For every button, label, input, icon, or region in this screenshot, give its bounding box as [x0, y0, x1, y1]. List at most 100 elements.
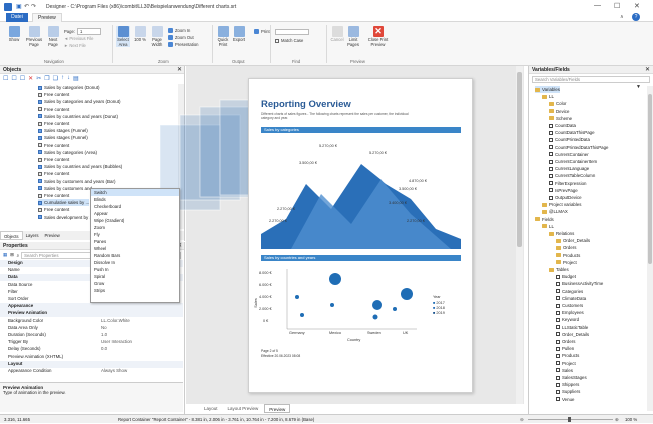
list-item[interactable]: Sales stages (Funnel): [38, 127, 88, 134]
move-down-icon[interactable]: ↓: [67, 75, 70, 83]
tree-item[interactable]: CurrentContainer: [549, 151, 589, 158]
dropdown-option[interactable]: Spiral: [91, 273, 179, 280]
dropdown-option[interactable]: Blinds: [91, 196, 179, 203]
tree-item[interactable]: OutputDevice: [549, 194, 582, 201]
tree-item[interactable]: Venue: [556, 396, 574, 403]
tree-item[interactable]: Project: [556, 259, 577, 266]
previous-page-button[interactable]: Previous Page: [24, 26, 44, 47]
scroll-thumb[interactable]: [517, 72, 522, 247]
list-item[interactable]: Free content: [38, 142, 69, 149]
zoom-out-button[interactable]: Zoom Out: [168, 35, 194, 40]
tree-item[interactable]: SalesStages: [556, 374, 587, 381]
tree-item[interactable]: Color: [549, 100, 567, 107]
tab-layout-preview[interactable]: Layout Preview: [224, 404, 263, 413]
tab-file[interactable]: Datei: [6, 13, 28, 22]
list-item[interactable]: Free content: [38, 156, 69, 163]
tree-item[interactable]: Shippers: [556, 381, 579, 388]
property-row[interactable]: Duration (Seconds) 1.0: [0, 332, 183, 339]
tab-layers[interactable]: Layers: [23, 231, 42, 240]
property-row[interactable]: Appearance Condition Always Show: [0, 368, 183, 375]
tab-objects[interactable]: Objects: [0, 231, 23, 240]
property-value[interactable]: Always Show: [101, 368, 127, 375]
property-row[interactable]: Appearance: [0, 303, 183, 310]
limit-pages-button[interactable]: Limit Pages: [346, 26, 360, 47]
tree-item[interactable]: Order_Details: [556, 237, 590, 244]
tree-item[interactable]: CurrentContainerItem: [549, 158, 597, 165]
tree-item[interactable]: ClimateData: [556, 295, 586, 302]
dropdown-option[interactable]: Switch: [91, 189, 179, 196]
tree-item[interactable]: Customers: [556, 302, 583, 309]
redo-icon[interactable]: ↷: [31, 3, 36, 10]
select-area-button[interactable]: Select Area: [116, 26, 130, 48]
show-button[interactable]: Show: [6, 26, 22, 43]
save-icon[interactable]: ▣: [16, 3, 22, 10]
tree-item[interactable]: IsPrevPage: [549, 187, 578, 194]
tree-item[interactable]: CurrentLanguage: [549, 165, 589, 172]
next-page-button[interactable]: Next Page: [45, 26, 61, 47]
dropdown-option[interactable]: Dissolve In: [91, 259, 179, 266]
tree-item[interactable]: Device: [549, 108, 569, 115]
dropdown-option[interactable]: Random Bars: [91, 252, 179, 259]
property-value[interactable]: No: [101, 325, 107, 332]
lock-icon[interactable]: ☐: [11, 75, 16, 83]
close-button[interactable]: ✕: [634, 2, 640, 10]
dropdown-option[interactable]: Zoom: [91, 224, 179, 231]
move-up-icon[interactable]: ↑: [61, 75, 64, 83]
list-item[interactable]: Free content: [38, 120, 69, 127]
undo-icon[interactable]: ↶: [24, 3, 29, 10]
tree-item[interactable]: CountPrintedDataThisPage: [549, 144, 608, 151]
close-variables-icon[interactable]: ✕: [645, 66, 650, 73]
close-preview-button[interactable]: ✕ Close Print Preview: [364, 26, 392, 47]
property-value[interactable]: 1.0: [101, 332, 107, 339]
quick-print-button[interactable]: Quick Print: [216, 26, 230, 47]
cut-icon[interactable]: ✂: [36, 75, 41, 83]
variables-scrollbar[interactable]: [647, 86, 653, 411]
tree-item[interactable]: @LLMAX: [542, 208, 568, 215]
copy-icon[interactable]: ❐: [44, 75, 49, 83]
tree-item[interactable]: Products: [556, 352, 579, 359]
tab-preview[interactable]: Preview: [32, 13, 62, 22]
find-input[interactable]: [275, 29, 309, 35]
cancel-button[interactable]: Cancel: [330, 26, 344, 43]
property-row[interactable]: Preview Animation: [0, 310, 183, 318]
group-icon[interactable]: ☐: [20, 75, 25, 83]
dropdown-option[interactable]: Fly: [91, 231, 179, 238]
property-row[interactable]: Trigger By User Interaction: [0, 339, 183, 346]
previous-file-button[interactable]: ◄ Previous File: [64, 36, 94, 41]
collapse-ribbon-icon[interactable]: ∧: [620, 14, 624, 20]
tree-item[interactable]: FilterExpression: [549, 180, 586, 187]
zoom-in-button[interactable]: Zoom In: [168, 28, 190, 33]
dropdown-option[interactable]: Appear: [91, 210, 179, 217]
list-item[interactable]: Free content: [38, 91, 69, 98]
dropdown-option[interactable]: Grow: [91, 280, 179, 287]
list-item[interactable]: Sales by categories (Area): [38, 149, 97, 156]
tree-item[interactable]: Categories: [556, 288, 583, 295]
tab-preview-objects[interactable]: Preview: [41, 231, 62, 240]
zoom-100-button[interactable]: 100 %: [133, 26, 147, 43]
list-item[interactable]: Free content: [38, 170, 69, 177]
tree-item[interactable]: Pullen: [556, 345, 574, 352]
tree-item[interactable]: Project: [556, 360, 576, 367]
tree-item[interactable]: Employees: [556, 309, 584, 316]
tree-item[interactable]: Orders: [556, 338, 575, 345]
dropdown-option[interactable]: Checkerboard: [91, 203, 179, 210]
dropdown-option[interactable]: Strips: [91, 287, 179, 294]
select-all-icon[interactable]: ☐: [3, 75, 8, 83]
property-row[interactable]: Preview Animation (XHTML): [0, 354, 183, 361]
tree-item[interactable]: Fields: [535, 216, 554, 223]
tree-item[interactable]: Sales: [556, 367, 573, 374]
tree-item[interactable]: Orders: [556, 244, 576, 251]
tree-item[interactable]: BusinessActivityTime: [556, 280, 603, 287]
property-row[interactable]: Data Area Only No: [0, 325, 183, 332]
print-button[interactable]: Print: [254, 29, 270, 34]
tree-item[interactable]: Project variables: [542, 201, 581, 208]
tree-item[interactable]: CurrentTableColumn: [549, 172, 595, 179]
list-item[interactable]: Sales by countries and years (Bubbles): [38, 163, 122, 170]
list-item[interactable]: Free content: [38, 192, 69, 199]
tree-item[interactable]: LL: [542, 223, 554, 230]
tree-item[interactable]: Relations: [549, 230, 574, 237]
tree-item[interactable]: Budget: [556, 273, 576, 280]
property-row[interactable]: Delay (Seconds) 0.0: [0, 346, 183, 353]
list-item[interactable]: Sales by customers and ...: [38, 185, 97, 192]
presentation-button[interactable]: Presentation: [168, 42, 199, 47]
